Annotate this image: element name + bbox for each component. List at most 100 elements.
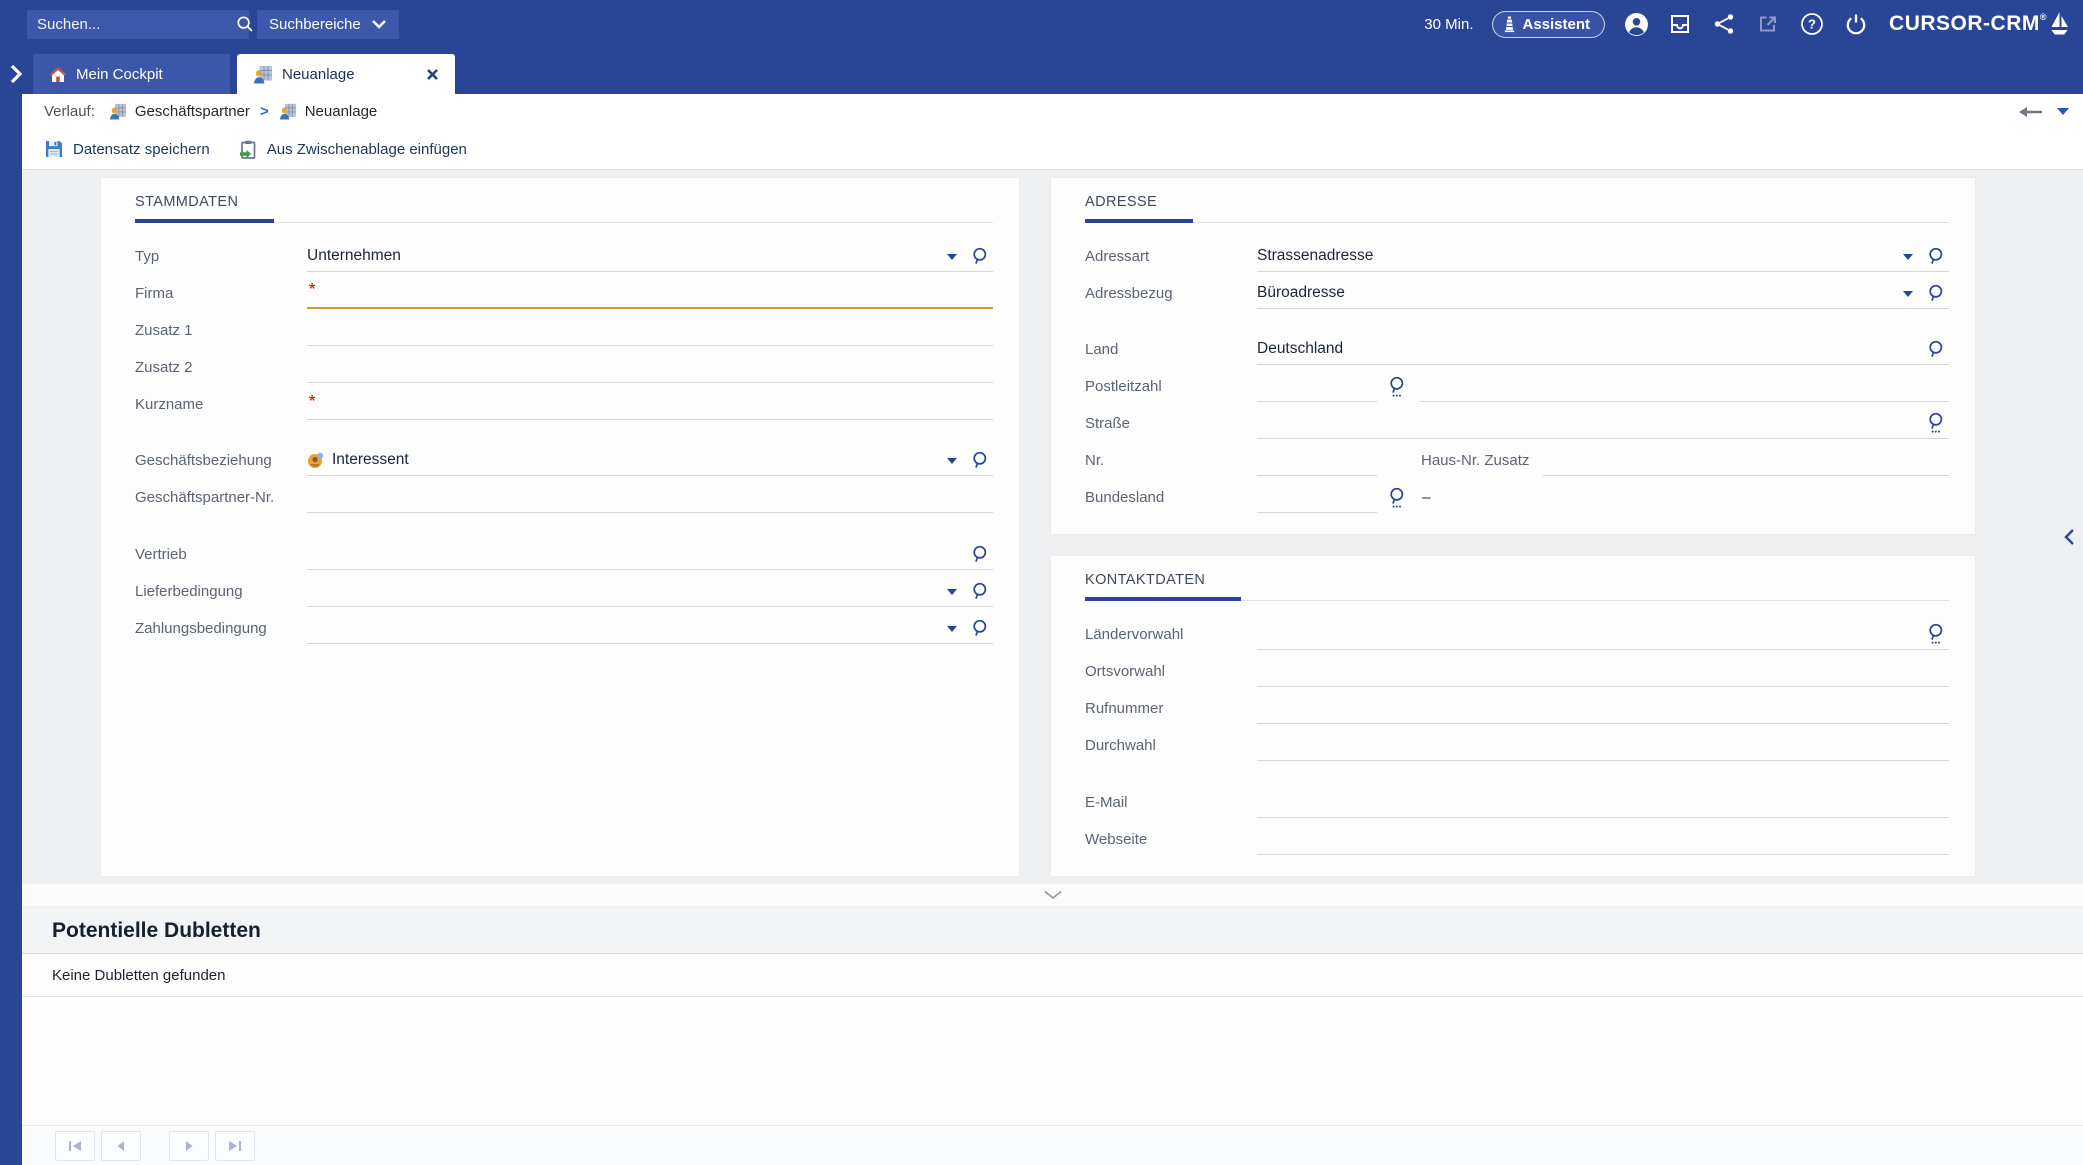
pagination [22,1125,2083,1165]
collapsed-sidebar-strip[interactable] [0,94,22,1165]
tab-adresse[interactable]: ADRESSE [1085,192,1194,223]
previous-page-button[interactable] [101,1130,141,1161]
bundesland-input[interactable] [1257,476,1377,513]
global-search[interactable] [27,9,253,39]
dropdown-caret-icon[interactable] [947,253,957,260]
sidebar-expand-chevron[interactable] [0,54,30,94]
tab-stammdaten[interactable]: STAMMDATEN [135,192,275,223]
sailboat-icon [2050,11,2069,37]
lookup-icon[interactable] [1926,340,1945,359]
lookup-icon[interactable] [1926,247,1945,266]
laendervorwahl-input[interactable] [1257,613,1949,650]
kontaktdaten-tab-header: KONTAKTDATEN [1085,570,1949,601]
field-typ: Typ Unternehmen [135,235,993,272]
lieferbedingung-select[interactable] [307,570,993,607]
search-scope-dropdown[interactable]: Suchbereiche [257,9,399,39]
webseite-input[interactable] [1257,818,1949,855]
dropdown-caret-icon[interactable] [947,625,957,632]
lookup-icon[interactable] [970,619,989,638]
account-icon[interactable] [1623,11,1649,37]
assistant-button[interactable]: Assistent [1491,10,1606,38]
email-input[interactable] [1257,781,1949,818]
field-zahlungsbedingung: Zahlungsbedingung [135,607,993,644]
nr-input[interactable] [1257,439,1377,476]
brand-logo: CURSOR-CRM® [1889,11,2069,37]
dropdown-caret-icon[interactable] [1903,290,1913,297]
dropdown-caret-icon[interactable] [1903,253,1913,260]
field-kurzname: Kurzname * [135,383,993,420]
ortsvorwahl-input[interactable] [1257,650,1949,687]
interessent-status-icon [307,452,324,469]
field-firma: Firma * [135,272,993,309]
right-panel-collapse-chevron[interactable] [2064,528,2075,546]
paste-from-clipboard-button[interactable]: Aus Zwischenablage einfügen [238,139,467,160]
land-input[interactable]: Deutschland [1257,328,1949,365]
strasse-input[interactable] [1257,402,1949,439]
ort-input[interactable] [1420,365,1949,402]
zusatz2-input[interactable] [307,346,993,383]
adresse-tab-header: ADRESSE [1085,192,1949,223]
lookup-icon[interactable] [970,247,989,266]
inbox-icon[interactable] [1667,11,1693,37]
share-icon[interactable] [1711,11,1737,37]
hausnr-zusatz-input[interactable] [1543,439,1949,476]
search-input[interactable] [37,15,236,33]
last-page-button[interactable] [215,1130,255,1161]
save-icon [44,139,64,159]
zahlungsbedingung-select[interactable] [307,607,993,644]
tab-mein-cockpit[interactable]: Mein Cockpit [33,54,230,94]
dubletten-section: Potentielle Dubletten Keine Dubletten ge… [22,908,2083,1165]
firma-input[interactable]: * [307,272,993,309]
field-vertrieb: Vertrieb [135,533,993,570]
history-back-arrow-icon[interactable] [2019,106,2043,118]
section-splitter-handle[interactable] [22,884,2083,906]
field-land: Land Deutschland [1085,328,1949,365]
tab-kontaktdaten[interactable]: KONTAKTDATEN [1085,570,1242,601]
field-geschaeftsbeziehung: Geschäftsbeziehung Interessent [135,439,993,476]
lookup-icon[interactable] [970,545,989,564]
lookup-suggest-icon[interactable] [1387,376,1406,397]
dropdown-caret-icon[interactable] [947,457,957,464]
tab-close-icon[interactable] [426,68,439,81]
typ-select[interactable]: Unternehmen [307,235,993,272]
workspace: STAMMDATEN Typ Unternehmen Firma * Zusat… [22,170,2083,1165]
durchwahl-input[interactable] [1257,724,1949,761]
geschaeftsbeziehung-select[interactable]: Interessent [307,439,993,476]
postleitzahl-input[interactable] [1257,365,1377,402]
lookup-suggest-icon[interactable] [1926,623,1945,644]
kurzname-input[interactable]: * [307,383,993,420]
stammdaten-tab-header: STAMMDATEN [135,192,993,223]
dubletten-header: Potentielle Dubletten [22,908,2083,954]
breadcrumb: Verlauf: Geschäftspartner > Neuanlage [22,94,2083,129]
panel-kontaktdaten: KONTAKTDATEN Ländervorwahl Ortsvorwahl R… [1050,555,1976,877]
business-partner-icon [253,65,273,84]
dropdown-caret-icon[interactable] [947,588,957,595]
lookup-icon[interactable] [1926,284,1945,303]
history-dropdown-caret-icon[interactable] [2057,108,2069,115]
power-icon[interactable] [1843,11,1869,37]
tab-neuanlage[interactable]: Neuanlage [237,54,455,94]
field-zusatz1: Zusatz 1 [135,309,993,346]
field-strasse: Straße [1085,402,1949,439]
breadcrumb-item-geschaeftspartner[interactable]: Geschäftspartner [109,103,250,120]
tab-bar: Mein Cockpit Neuanlage [0,48,2083,94]
first-page-button[interactable] [55,1130,95,1161]
lookup-icon[interactable] [970,451,989,470]
field-lieferbedingung: Lieferbedingung [135,570,993,607]
zusatz1-input[interactable] [307,309,993,346]
adressart-select[interactable]: Strassenadresse [1257,235,1949,272]
lookup-suggest-icon[interactable] [1926,412,1945,433]
geschaeftspartner-nr-input[interactable] [307,476,993,513]
lookup-icon[interactable] [970,582,989,601]
rufnummer-input[interactable] [1257,687,1949,724]
next-page-button[interactable] [169,1130,209,1161]
lookup-suggest-icon[interactable] [1387,487,1406,508]
search-icon[interactable] [236,15,254,33]
external-link-icon [1755,11,1781,37]
adressbezug-select[interactable]: Büroadresse [1257,272,1949,309]
help-icon[interactable]: ? [1799,11,1825,37]
breadcrumb-item-neuanlage[interactable]: Neuanlage [279,103,377,120]
field-adressbezug: Adressbezug Büroadresse [1085,272,1949,309]
save-record-button[interactable]: Datensatz speichern [44,139,210,159]
vertrieb-input[interactable] [307,533,993,570]
